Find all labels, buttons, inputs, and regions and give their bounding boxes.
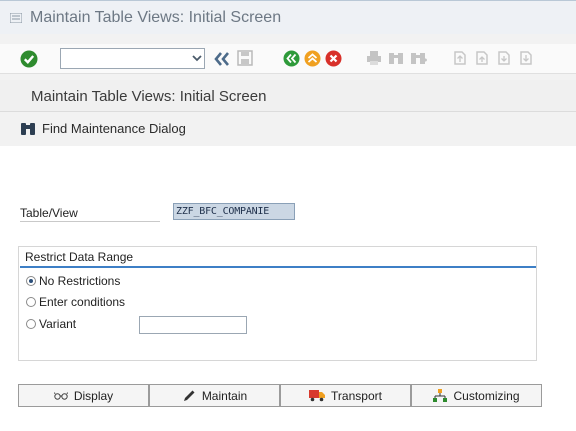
truck-icon	[309, 390, 326, 402]
radio-no-restrictions[interactable]: No Restrictions	[26, 274, 120, 288]
pencil-icon	[183, 390, 195, 401]
chevron-down-icon[interactable]	[192, 53, 202, 63]
radio-label: Variant	[39, 317, 77, 331]
group-title: Restrict Data Range	[25, 250, 134, 264]
binoculars-icon	[21, 123, 35, 135]
customizing-label: Customizing	[453, 388, 520, 403]
radio-enter-conditions[interactable]: Enter conditions	[26, 295, 125, 309]
enter-icon[interactable]	[20, 50, 38, 68]
system-toolbar	[0, 44, 576, 74]
radio-button[interactable]	[26, 319, 36, 329]
label-underline	[20, 221, 160, 222]
back-arrows-icon[interactable]	[214, 52, 230, 66]
application-toolbar: Find Maintenance Dialog	[0, 113, 576, 145]
cancel-icon[interactable]	[325, 50, 342, 67]
find-maintenance-dialog-label: Find Maintenance Dialog	[42, 121, 186, 136]
table-view-input[interactable]: ZZF_BFC_COMPANIE	[173, 203, 295, 220]
radio-variant[interactable]: Variant	[26, 317, 76, 331]
customizing-button[interactable]: Customizing	[411, 384, 542, 407]
print-icon[interactable]	[366, 50, 382, 66]
exit-icon[interactable]	[304, 50, 321, 67]
screen-title-bar: Maintain Table Views: Initial Screen	[0, 80, 576, 112]
restrict-data-range-group: Restrict Data Range No Restrictions Ente…	[18, 246, 537, 361]
glasses-icon	[53, 391, 68, 400]
next-page-icon[interactable]	[496, 50, 512, 66]
table-view-label: Table/View	[20, 206, 78, 220]
window-title-bar: Maintain Table Views: Initial Screen	[0, 0, 576, 34]
transport-label: Transport	[331, 388, 382, 403]
group-divider	[20, 266, 536, 268]
save-icon[interactable]	[237, 50, 253, 66]
back-icon[interactable]	[283, 50, 300, 67]
find-maintenance-dialog-button[interactable]: Find Maintenance Dialog	[20, 121, 186, 136]
transport-button[interactable]: Transport	[280, 384, 411, 407]
maintain-label: Maintain	[201, 388, 248, 403]
first-page-icon[interactable]	[452, 50, 468, 66]
main-content: Table/View ZZF_BFC_COMPANIE Restrict Dat…	[0, 146, 576, 431]
command-field[interactable]	[60, 48, 205, 69]
find-icon[interactable]	[388, 50, 404, 66]
maintain-button[interactable]: Maintain	[149, 384, 280, 407]
action-buttons: Display Maintain Transport Customizing	[18, 384, 542, 409]
last-page-icon[interactable]	[518, 50, 534, 66]
radio-button[interactable]	[26, 276, 36, 286]
previous-page-icon[interactable]	[474, 50, 490, 66]
find-next-icon[interactable]	[410, 50, 428, 66]
hierarchy-icon	[433, 388, 448, 402]
window-title: Maintain Table Views: Initial Screen	[30, 8, 282, 26]
page-title: Maintain Table Views: Initial Screen	[31, 88, 267, 105]
variant-input[interactable]	[139, 316, 247, 334]
radio-button[interactable]	[26, 297, 36, 307]
display-button[interactable]: Display	[18, 384, 149, 407]
radio-label: Enter conditions	[39, 295, 126, 309]
menu-icon[interactable]	[10, 12, 22, 23]
display-label: Display	[73, 388, 114, 403]
radio-label: No Restrictions	[39, 274, 121, 288]
